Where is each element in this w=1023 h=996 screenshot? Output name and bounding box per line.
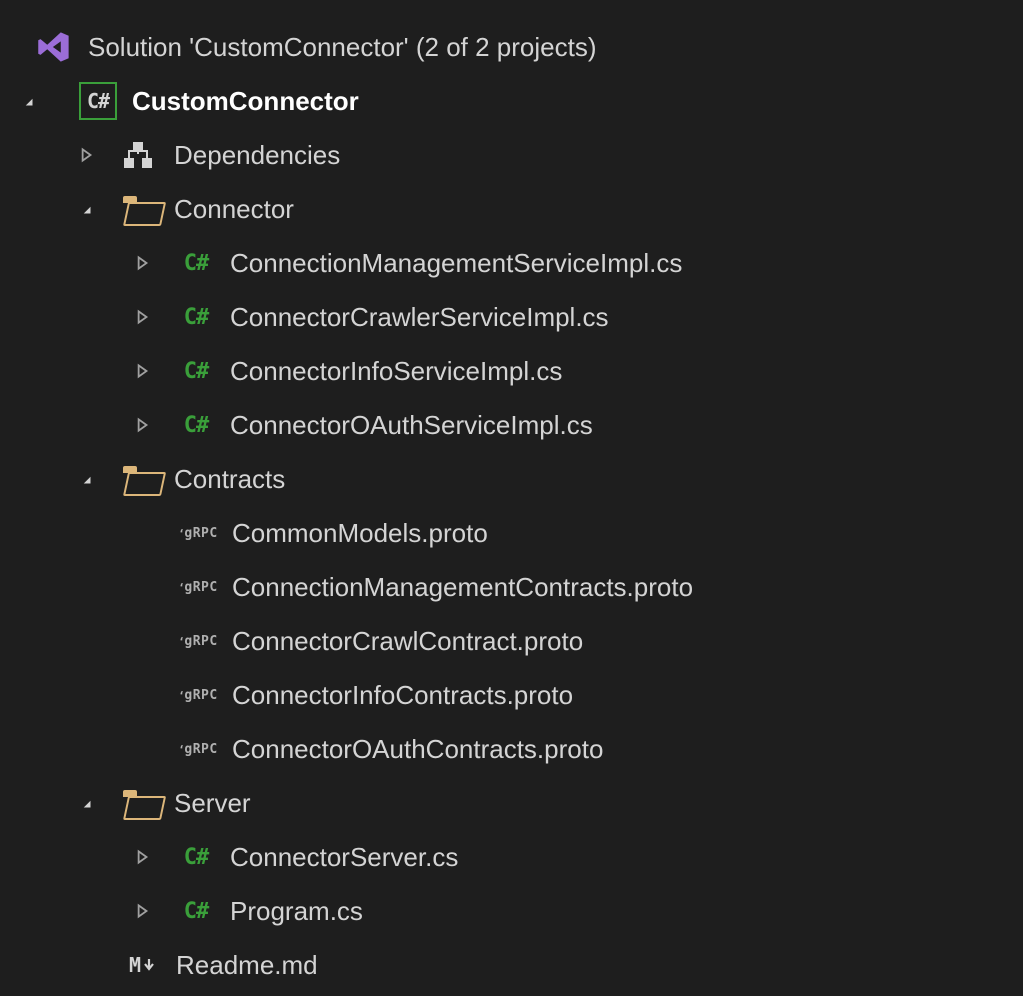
csharp-file-icon: C# [176, 243, 216, 283]
expand-toggle-icon[interactable] [130, 305, 154, 329]
solution-explorer-tree: Solution 'CustomConnector' (2 of 2 proje… [0, 20, 1023, 992]
folder-label: Connector [174, 194, 294, 225]
file-node-proto[interactable]: gRPC CommonModels.proto [0, 506, 1023, 560]
file-node-cs[interactable]: C# ConnectorOAuthServiceImpl.cs [0, 398, 1023, 452]
expand-toggle-icon[interactable] [130, 359, 154, 383]
folder-label: Server [174, 788, 251, 819]
folder-open-icon [120, 189, 160, 229]
file-node-cs[interactable]: C# ConnectionManagementServiceImpl.cs [0, 236, 1023, 290]
file-label: ConnectorCrawlContract.proto [232, 626, 583, 657]
csharp-project-icon: C# [78, 81, 118, 121]
file-node-cs[interactable]: C# Program.cs [0, 884, 1023, 938]
file-label: ConnectorCrawlerServiceImpl.cs [230, 302, 609, 333]
folder-node-connector[interactable]: Connector [0, 182, 1023, 236]
folder-node-server[interactable]: Server [0, 776, 1023, 830]
folder-label: Contracts [174, 464, 285, 495]
file-label: ConnectionManagementContracts.proto [232, 572, 693, 603]
csharp-file-icon: C# [176, 405, 216, 445]
grpc-file-icon: gRPC [178, 621, 218, 661]
file-node-cs[interactable]: C# ConnectorServer.cs [0, 830, 1023, 884]
expand-toggle-icon[interactable] [74, 791, 98, 815]
file-label: ConnectorOAuthContracts.proto [232, 734, 603, 765]
expand-toggle-icon[interactable] [74, 197, 98, 221]
file-node-md[interactable]: M Readme.md [0, 938, 1023, 992]
csharp-file-icon: C# [176, 891, 216, 931]
expand-toggle-icon[interactable] [74, 143, 98, 167]
dependencies-icon [120, 135, 160, 175]
file-label: Readme.md [176, 950, 318, 981]
file-node-proto[interactable]: gRPC ConnectorInfoContracts.proto [0, 668, 1023, 722]
grpc-file-icon: gRPC [178, 729, 218, 769]
grpc-file-icon: gRPC [178, 567, 218, 607]
expand-toggle-icon[interactable] [130, 899, 154, 923]
dependencies-label: Dependencies [174, 140, 340, 171]
file-node-proto[interactable]: gRPC ConnectorCrawlContract.proto [0, 614, 1023, 668]
solution-node[interactable]: Solution 'CustomConnector' (2 of 2 proje… [0, 20, 1023, 74]
file-label: ConnectionManagementServiceImpl.cs [230, 248, 682, 279]
grpc-file-icon: gRPC [178, 513, 218, 553]
folder-open-icon [120, 459, 160, 499]
file-label: ConnectorServer.cs [230, 842, 458, 873]
file-label: CommonModels.proto [232, 518, 488, 549]
vs-solution-icon [34, 27, 74, 67]
folder-node-contracts[interactable]: Contracts [0, 452, 1023, 506]
file-label: Program.cs [230, 896, 363, 927]
expand-toggle-icon[interactable] [130, 413, 154, 437]
expand-toggle-icon[interactable] [130, 251, 154, 275]
file-label: ConnectorOAuthServiceImpl.cs [230, 410, 593, 441]
file-node-proto[interactable]: gRPC ConnectionManagementContracts.proto [0, 560, 1023, 614]
csharp-file-icon: C# [176, 837, 216, 877]
file-node-cs[interactable]: C# ConnectorCrawlerServiceImpl.cs [0, 290, 1023, 344]
expand-toggle-icon[interactable] [74, 467, 98, 491]
dependencies-node[interactable]: Dependencies [0, 128, 1023, 182]
grpc-file-icon: gRPC [178, 675, 218, 715]
project-label: CustomConnector [132, 86, 359, 117]
csharp-file-icon: C# [176, 297, 216, 337]
project-node[interactable]: C# CustomConnector [0, 74, 1023, 128]
file-label: ConnectorInfoServiceImpl.cs [230, 356, 562, 387]
csharp-file-icon: C# [176, 351, 216, 391]
folder-open-icon [120, 783, 160, 823]
file-label: ConnectorInfoContracts.proto [232, 680, 573, 711]
file-node-proto[interactable]: gRPC ConnectorOAuthContracts.proto [0, 722, 1023, 776]
solution-label: Solution 'CustomConnector' (2 of 2 proje… [88, 32, 597, 63]
file-node-cs[interactable]: C# ConnectorInfoServiceImpl.cs [0, 344, 1023, 398]
expand-toggle-icon[interactable] [16, 89, 40, 113]
expand-toggle-icon[interactable] [130, 845, 154, 869]
markdown-file-icon: M [122, 945, 162, 985]
